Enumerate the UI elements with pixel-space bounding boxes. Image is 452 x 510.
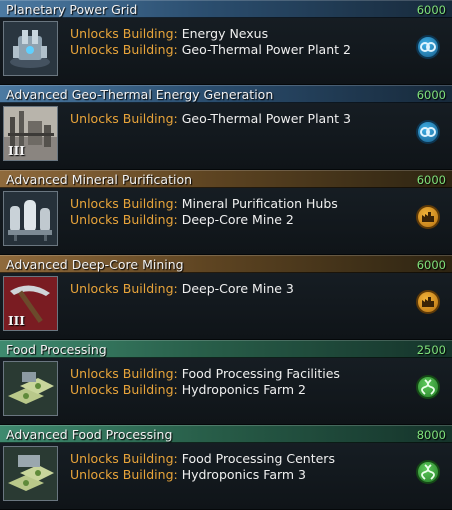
unlock-prefix: Unlocks Building: xyxy=(70,26,178,41)
unlock-building: Mineral Purification Hubs xyxy=(181,196,338,211)
tech-card[interactable]: Advanced Deep-Core Mining 6000 III Unloc… xyxy=(0,255,452,340)
tech-body: Unlocks Building: Food Processing Center… xyxy=(0,443,452,509)
tech-body: Unlocks Building: Mineral Purification H… xyxy=(0,188,452,254)
pickaxe-icon: III xyxy=(3,276,58,331)
tech-body: III Unlocks Building: Deep-Core Mine 3 xyxy=(0,273,452,339)
unlock-prefix: Unlocks Building: xyxy=(70,281,178,296)
unlock-row: Unlocks Building: Energy Nexus xyxy=(70,26,351,42)
unlock-prefix: Unlocks Building: xyxy=(70,212,178,227)
tech-title: Advanced Geo-Thermal Energy Generation xyxy=(6,87,274,102)
tech-body: III Unlocks Building: Geo-Thermal Power … xyxy=(0,103,452,169)
tech-body: Unlocks Building: Food Processing Facili… xyxy=(0,358,452,424)
tech-header: Advanced Mineral Purification 6000 xyxy=(0,170,452,188)
unlock-building: Deep-Core Mine 3 xyxy=(181,281,294,296)
energy-category-icon xyxy=(416,35,440,59)
tech-card[interactable]: Advanced Geo-Thermal Energy Generation 6… xyxy=(0,85,452,170)
tech-cost: 6000 xyxy=(416,258,446,272)
tech-cost: 6000 xyxy=(416,3,446,17)
tech-cost: 8000 xyxy=(416,428,446,442)
unlock-prefix: Unlocks Building: xyxy=(70,196,178,211)
tech-card[interactable]: Advanced Food Processing 8000 Unlocks Bu… xyxy=(0,425,452,510)
mineral-purification-icon xyxy=(3,191,58,246)
tech-header: Advanced Food Processing 8000 xyxy=(0,425,452,443)
unlock-prefix: Unlocks Building: xyxy=(70,42,178,57)
tech-list: Planetary Power Grid 6000 Unlocks Buildi… xyxy=(0,0,452,510)
tech-body: Unlocks Building: Energy Nexus Unlocks B… xyxy=(0,18,452,84)
unlock-list: Unlocks Building: Food Processing Facili… xyxy=(70,366,340,398)
unlock-row: Unlocks Building: Food Processing Facili… xyxy=(70,366,340,382)
tech-cost: 6000 xyxy=(416,173,446,187)
minerals-category-icon xyxy=(416,205,440,229)
tech-cost: 6000 xyxy=(416,88,446,102)
tech-header: Advanced Deep-Core Mining 6000 xyxy=(0,255,452,273)
unlock-row: Unlocks Building: Deep-Core Mine 3 xyxy=(70,281,294,297)
unlock-row: Unlocks Building: Food Processing Center… xyxy=(70,451,335,467)
tech-card[interactable]: Planetary Power Grid 6000 Unlocks Buildi… xyxy=(0,0,452,85)
tech-header: Advanced Geo-Thermal Energy Generation 6… xyxy=(0,85,452,103)
unlock-list: Unlocks Building: Energy Nexus Unlocks B… xyxy=(70,26,351,58)
minerals-category-icon xyxy=(416,290,440,314)
tech-title: Planetary Power Grid xyxy=(6,2,138,17)
unlock-building: Energy Nexus xyxy=(181,26,269,41)
tech-card[interactable]: Advanced Mineral Purification 6000 Unloc… xyxy=(0,170,452,255)
unlock-building: Hydroponics Farm 3 xyxy=(181,467,307,482)
unlock-prefix: Unlocks Building: xyxy=(70,382,178,397)
tech-title: Advanced Food Processing xyxy=(6,427,173,442)
dna-category-icon xyxy=(416,460,440,484)
tech-card[interactable]: Food Processing 2500 Unlocks Building: F… xyxy=(0,340,452,425)
tech-title: Advanced Deep-Core Mining xyxy=(6,257,184,272)
energy-category-icon xyxy=(416,120,440,144)
tier-badge: III xyxy=(8,144,25,158)
unlock-building: Food Processing Centers xyxy=(181,451,335,466)
unlock-row: Unlocks Building: Mineral Purification H… xyxy=(70,196,338,212)
unlock-list: Unlocks Building: Mineral Purification H… xyxy=(70,196,338,228)
unlock-list: Unlocks Building: Deep-Core Mine 3 xyxy=(70,281,294,297)
unlock-building: Hydroponics Farm 2 xyxy=(181,382,307,397)
unlock-prefix: Unlocks Building: xyxy=(70,111,178,126)
tech-title: Food Processing xyxy=(6,342,107,357)
power-grid-icon xyxy=(3,21,58,76)
unlock-building: Deep-Core Mine 2 xyxy=(181,212,294,227)
unlock-row: Unlocks Building: Hydroponics Farm 3 xyxy=(70,467,335,483)
geothermal-plant-icon: III xyxy=(3,106,58,161)
unlock-building: Food Processing Facilities xyxy=(181,366,340,381)
tech-cost: 2500 xyxy=(416,343,446,357)
unlock-list: Unlocks Building: Geo-Thermal Power Plan… xyxy=(70,111,351,127)
tech-header: Planetary Power Grid 6000 xyxy=(0,0,452,18)
unlock-list: Unlocks Building: Food Processing Center… xyxy=(70,451,335,483)
unlock-building: Geo-Thermal Power Plant 2 xyxy=(181,42,351,57)
food-processing-icon xyxy=(3,361,58,416)
unlock-prefix: Unlocks Building: xyxy=(70,467,178,482)
tech-title: Advanced Mineral Purification xyxy=(6,172,193,187)
tech-header: Food Processing 2500 xyxy=(0,340,452,358)
unlock-building: Geo-Thermal Power Plant 3 xyxy=(181,111,351,126)
tier-badge: III xyxy=(8,314,25,328)
unlock-row: Unlocks Building: Geo-Thermal Power Plan… xyxy=(70,111,351,127)
unlock-row: Unlocks Building: Hydroponics Farm 2 xyxy=(70,382,340,398)
unlock-prefix: Unlocks Building: xyxy=(70,366,178,381)
food-processing-icon xyxy=(3,446,58,501)
dna-category-icon xyxy=(416,375,440,399)
unlock-row: Unlocks Building: Deep-Core Mine 2 xyxy=(70,212,338,228)
unlock-row: Unlocks Building: Geo-Thermal Power Plan… xyxy=(70,42,351,58)
unlock-prefix: Unlocks Building: xyxy=(70,451,178,466)
